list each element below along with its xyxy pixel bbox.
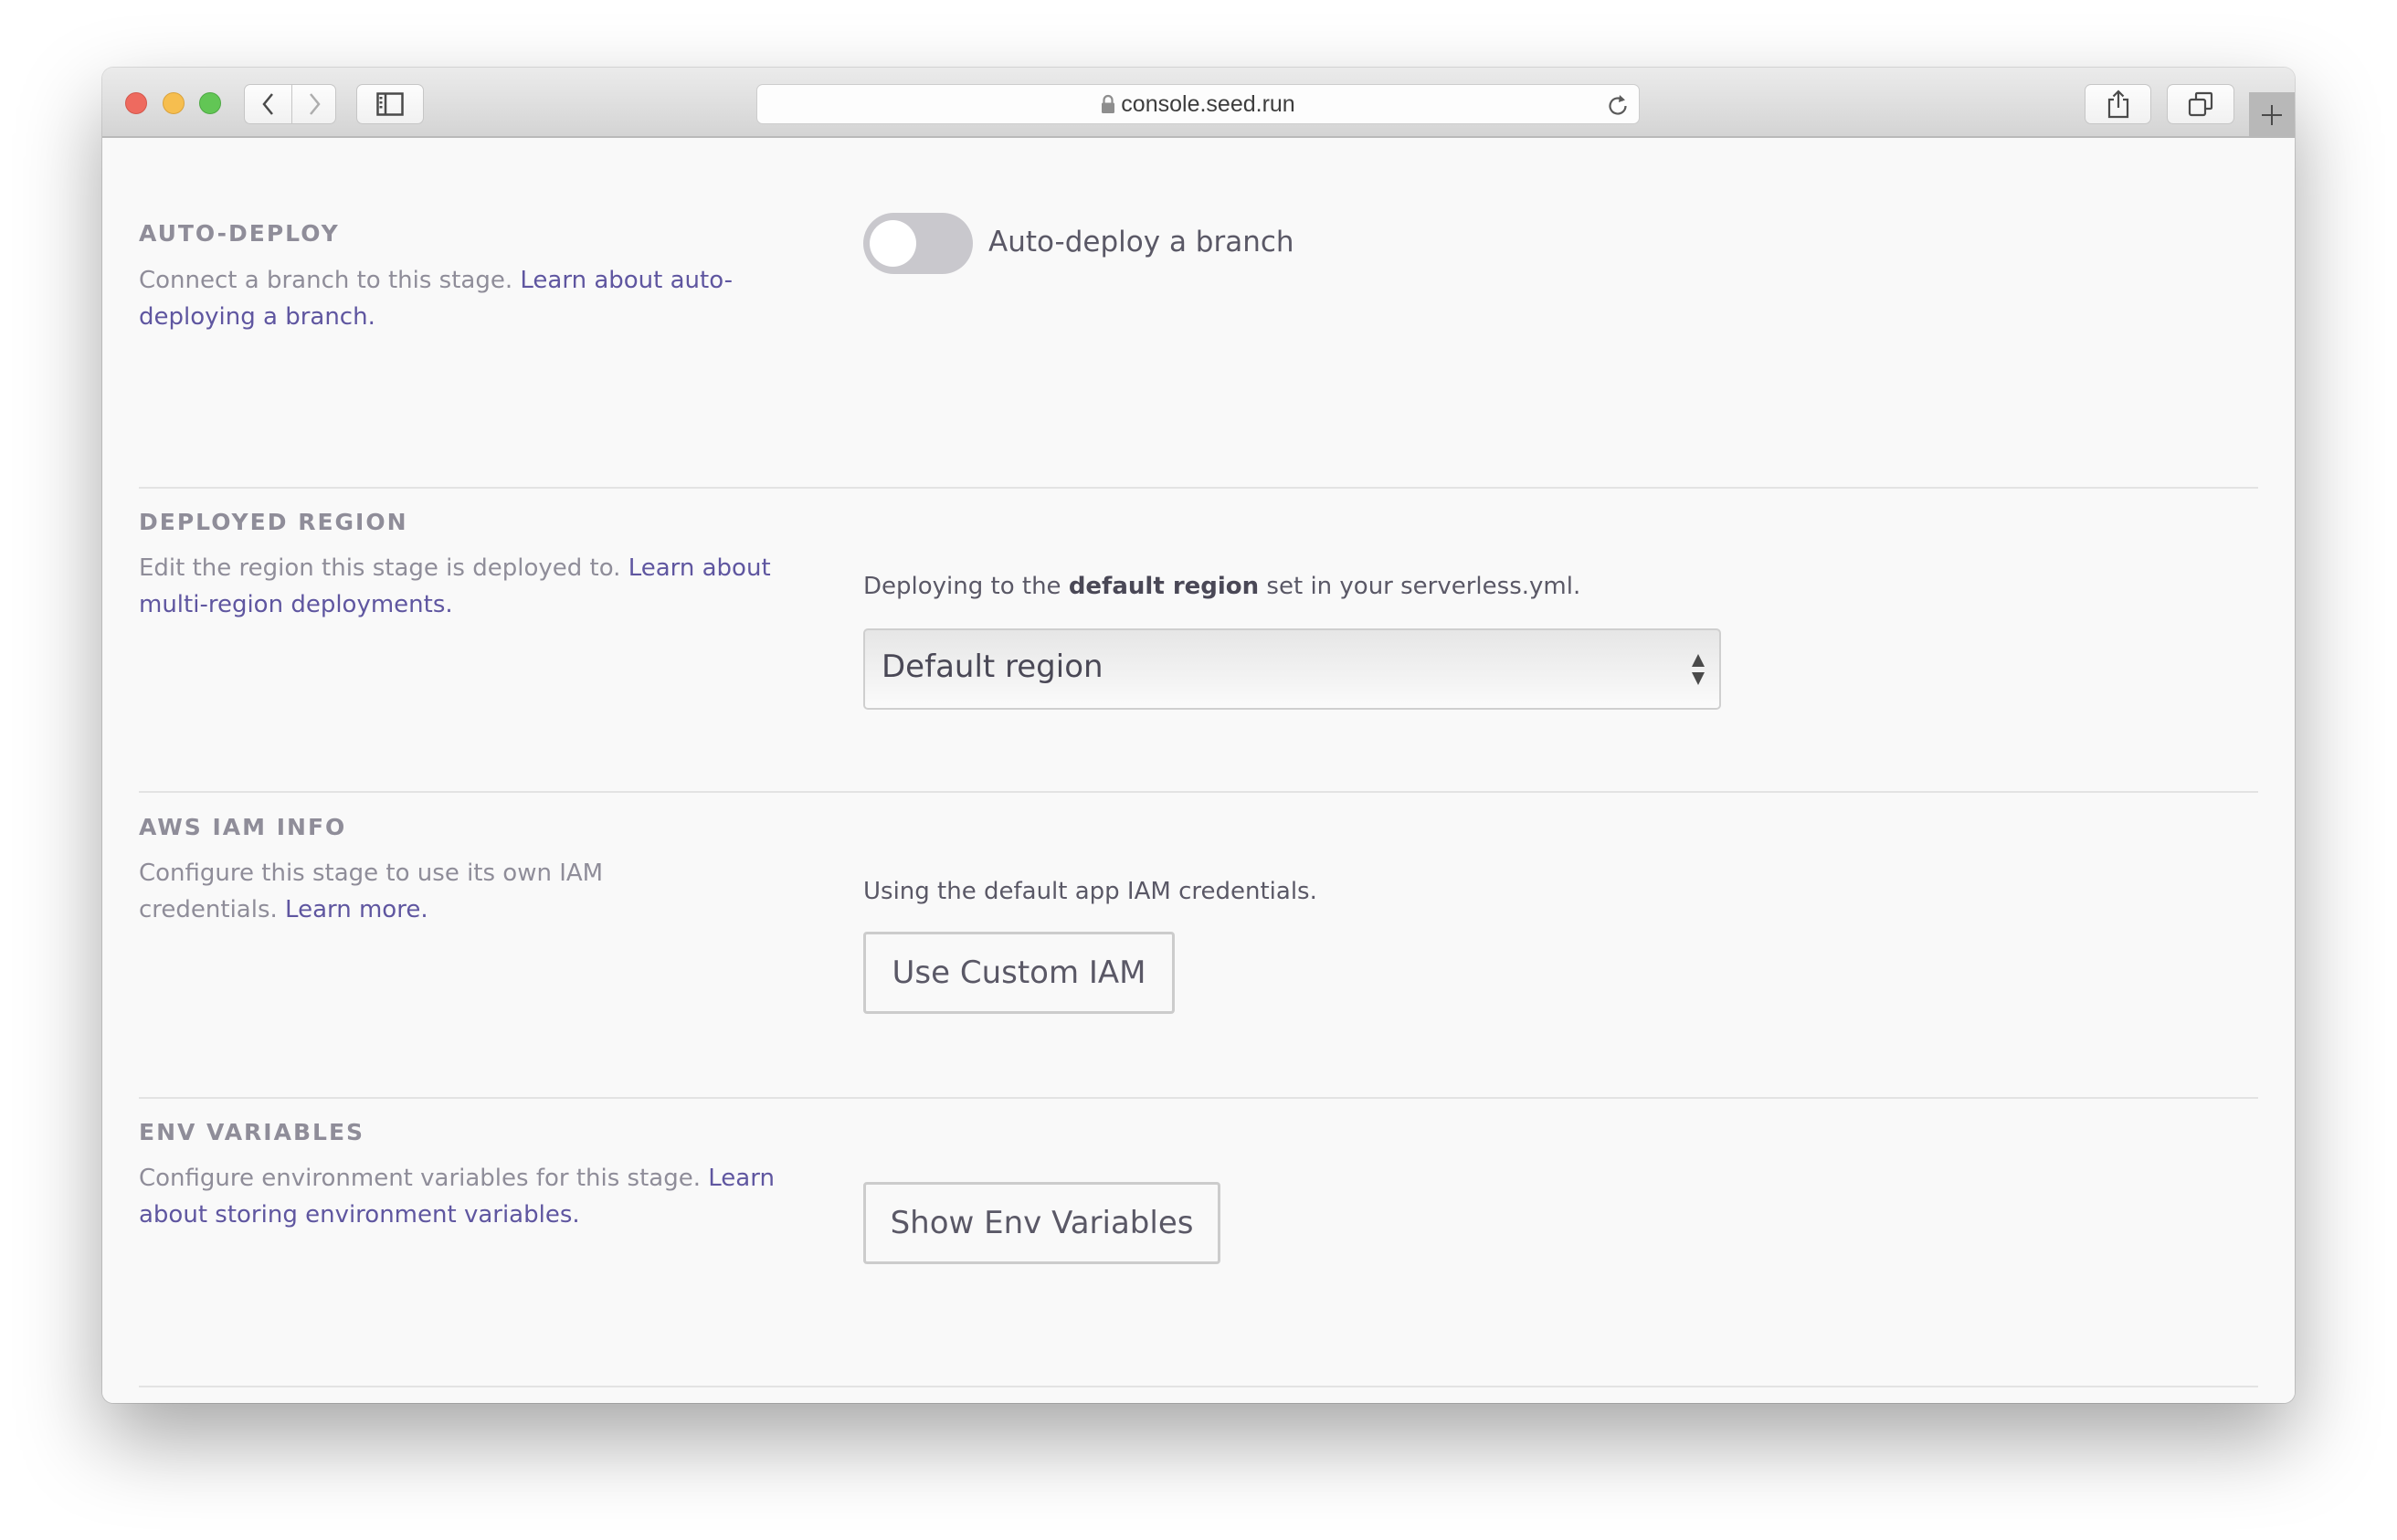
zoom-window-button[interactable] — [199, 92, 221, 114]
tab-overview-button[interactable] — [2167, 84, 2234, 124]
sidebar-icon — [376, 92, 404, 116]
tabs-overview-icon — [2188, 91, 2213, 117]
lock-icon — [1102, 94, 1115, 113]
learn-more-iam-link[interactable]: Learn more. — [285, 896, 428, 923]
minimize-window-button[interactable] — [163, 92, 185, 114]
share-icon — [2107, 90, 2128, 119]
section-description: Edit the region this stage is deployed t… — [139, 554, 771, 618]
new-tab-button[interactable] — [2249, 92, 2295, 138]
section-heading: ENV VARIABLES — [139, 1119, 365, 1145]
close-window-button[interactable] — [125, 92, 147, 114]
region-select[interactable]: Default region — [863, 628, 1721, 710]
section-heading: AUTO-DEPLOY — [139, 220, 340, 247]
toggle-knob — [870, 220, 916, 267]
region-help-text: Deploying to the default region set in y… — [863, 573, 1581, 600]
stage-settings-page: AUTO-DEPLOY Connect a branch to this sta… — [102, 138, 2295, 1403]
share-button[interactable] — [2085, 84, 2151, 124]
url-text: console.seed.run — [1121, 90, 1295, 117]
plus-icon — [2262, 105, 2282, 125]
iam-help-text: Using the default app IAM credentials. — [863, 878, 1317, 905]
browser-window: console.seed.run AUTO-DEPLOY Connect a b… — [102, 68, 2295, 1403]
section-description: Configure environment variables for this… — [139, 1165, 775, 1229]
sidebar-toggle-button[interactable] — [356, 84, 424, 124]
region-select-value: Default region — [882, 649, 1103, 685]
section-description: Configure this stage to use its own IAM … — [139, 860, 604, 923]
auto-deploy-label: Auto-deploy a branch — [988, 226, 1294, 258]
browser-toolbar: console.seed.run — [102, 68, 2295, 138]
address-bar[interactable]: console.seed.run — [756, 84, 1640, 124]
reload-icon[interactable] — [1606, 92, 1630, 118]
auto-deploy-toggle[interactable] — [863, 213, 973, 274]
section-divider — [139, 791, 2258, 793]
section-description: Connect a branch to this stage. Learn ab… — [139, 267, 733, 331]
forward-button[interactable] — [292, 84, 336, 124]
select-arrows-icon — [1692, 654, 1705, 685]
section-divider — [139, 1386, 2258, 1387]
show-env-variables-button[interactable]: Show Env Variables — [863, 1182, 1220, 1264]
section-heading: AWS IAM INFO — [139, 814, 347, 840]
chevron-right-icon — [309, 93, 321, 115]
back-button[interactable] — [244, 84, 292, 124]
chevron-left-icon — [261, 93, 273, 115]
section-heading: DEPLOYED REGION — [139, 509, 408, 535]
use-custom-iam-button[interactable]: Use Custom IAM — [863, 932, 1175, 1014]
section-divider — [139, 1097, 2258, 1099]
section-divider — [139, 487, 2258, 489]
